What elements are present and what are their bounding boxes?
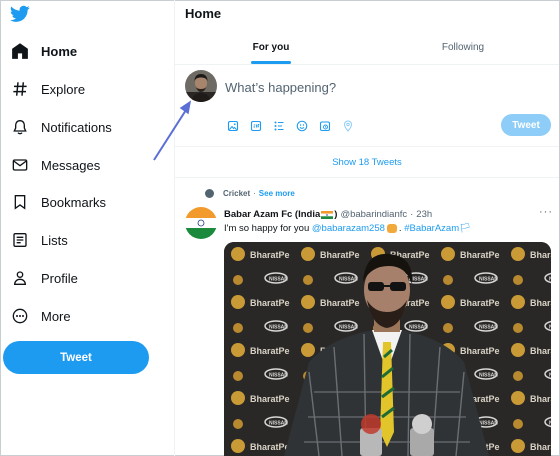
tweet-context: Cricket · See more — [205, 189, 295, 198]
compose-input[interactable]: What’s happening? — [225, 80, 336, 95]
home-icon — [10, 41, 30, 61]
sidebar-item-explore[interactable]: Explore — [10, 74, 85, 104]
tweet-photo[interactable]: BharatPe NISSAN — [224, 242, 551, 456]
tab-label: For you — [252, 42, 290, 53]
person-icon — [10, 268, 30, 288]
sidebar-item-profile[interactable]: Profile — [10, 263, 78, 293]
sidebar-item-home[interactable]: Home — [10, 36, 77, 66]
more-circle-icon — [10, 306, 30, 326]
hashtag-icon — [10, 79, 30, 99]
sidebar-item-label: Bookmarks — [41, 194, 107, 210]
tweet-author-avatar[interactable] — [185, 207, 217, 239]
gif-icon[interactable] — [248, 118, 264, 134]
topic-icon — [205, 189, 214, 198]
sidebar-item-label: Home — [41, 43, 78, 59]
tab-for-you[interactable]: For you — [175, 30, 367, 65]
tweet-button[interactable]: Tweet — [3, 341, 149, 374]
cake-emoji-icon — [386, 223, 397, 233]
sidebar-item-label: Notifications — [41, 119, 112, 135]
topic-name[interactable]: Cricket — [223, 189, 250, 198]
author-name[interactable]: Babar Azam Fc (India — [224, 209, 320, 220]
sidebar-item-notifications[interactable]: Notifications — [10, 112, 112, 142]
author-name-end: ) — [334, 209, 338, 220]
tab-label: Following — [441, 42, 485, 53]
twitter-bird-icon[interactable] — [10, 5, 30, 23]
sidebar-item-label: Lists — [41, 232, 68, 248]
tweet-text: I'm so happy for you @babarazam258. #Bab… — [224, 223, 472, 234]
tweet-header: Babar Azam Fc (India ) @babarindianfc · … — [224, 209, 432, 220]
tab-active-indicator — [251, 61, 291, 64]
envelope-icon — [10, 155, 30, 175]
avatar[interactable] — [185, 70, 217, 102]
hashtag-link[interactable]: #BabarAzam🏳 — [404, 223, 471, 234]
sidebar-item-label: More — [41, 308, 71, 324]
divider — [175, 177, 559, 178]
sidebar-item-messages[interactable]: Messages — [10, 150, 100, 180]
tweet-timestamp[interactable]: 23h — [416, 209, 432, 220]
header-dot: · — [410, 209, 414, 220]
context-separator: · — [253, 189, 256, 198]
bookmark-icon — [10, 192, 30, 212]
author-handle[interactable]: @babarindianfc — [340, 209, 407, 220]
sidebar-item-bookmarks[interactable]: Bookmarks — [10, 187, 106, 217]
home-timeline: Home For you Following What’s happening? — [174, 0, 559, 456]
compose-tweet-button[interactable]: Tweet — [501, 114, 551, 136]
sidebar-item-lists[interactable]: Lists — [10, 225, 68, 255]
timeline-tabs: For you Following — [175, 30, 559, 65]
location-icon[interactable] — [340, 118, 356, 134]
schedule-icon[interactable] — [317, 118, 333, 134]
show-new-tweets-button[interactable]: Show 18 Tweets — [175, 147, 559, 177]
mention-link[interactable]: @babarazam258 — [312, 223, 385, 234]
sidebar-item-label: Explore — [41, 81, 86, 97]
see-more-link[interactable]: See more — [259, 189, 295, 198]
list-icon — [10, 230, 30, 250]
india-flag-icon — [321, 210, 334, 219]
sidebar-item-label: Profile — [41, 270, 78, 286]
image-icon[interactable] — [225, 118, 241, 134]
poll-icon[interactable] — [271, 118, 287, 134]
emoji-icon[interactable] — [294, 118, 310, 134]
tweet-text-body: I'm so happy for you — [224, 223, 312, 234]
sidebar: Home Explore Notifications Messages Book… — [0, 0, 174, 456]
composer-toolbar — [225, 118, 356, 134]
more-options-icon[interactable]: ··· — [539, 206, 553, 218]
sidebar-item-more[interactable]: More — [10, 301, 71, 331]
bell-icon — [10, 117, 30, 137]
page-title: Home — [185, 6, 222, 21]
tab-following[interactable]: Following — [367, 30, 559, 65]
sidebar-item-label: Messages — [41, 157, 101, 173]
